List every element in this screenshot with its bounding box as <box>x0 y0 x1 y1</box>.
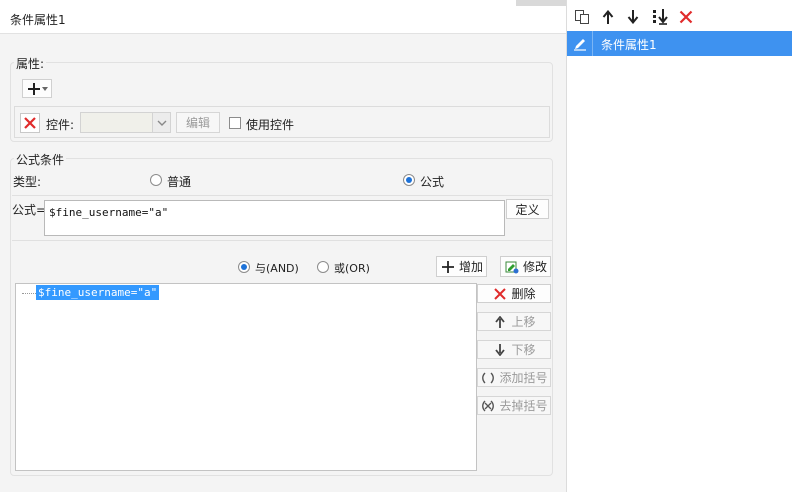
close-icon <box>679 10 693 24</box>
brackets-icon <box>480 370 496 386</box>
add-condition-button[interactable]: 增加 <box>436 256 487 277</box>
add-bracket-label: 添加括号 <box>499 371 548 385</box>
chevron-down-icon <box>41 86 48 91</box>
remove-bracket-label: 去掉括号 <box>499 399 548 413</box>
move-to-bottom-icon <box>652 9 670 25</box>
arrow-up-icon <box>602 10 614 24</box>
title-bar: 条件属性1 <box>0 0 566 34</box>
page-title: 条件属性1 <box>10 13 66 27</box>
plus-icon <box>27 82 41 96</box>
type-normal-radio[interactable] <box>150 174 162 186</box>
arrow-down-icon <box>492 342 508 358</box>
tree-connector <box>22 293 36 294</box>
add-bracket-button[interactable]: 添加括号 <box>477 368 551 387</box>
close-icon <box>23 116 37 130</box>
chevron-down-icon[interactable] <box>152 113 170 132</box>
modify-condition-button[interactable]: 修改 <box>500 256 551 277</box>
edit-button[interactable]: 编辑 <box>176 112 220 133</box>
move-up-label: 上移 <box>511 315 536 329</box>
modify-icon <box>504 259 520 275</box>
divider <box>12 240 552 241</box>
move-up-item-button[interactable] <box>599 8 617 26</box>
condition-item[interactable]: $fine_username="a" <box>36 285 160 300</box>
move-down-label: 下移 <box>511 343 536 357</box>
delete-label: 删除 <box>511 287 536 301</box>
add-attribute-button[interactable] <box>22 79 52 98</box>
attributes-group-label: 属性: <box>14 55 47 72</box>
edit-pencil-icon <box>567 31 593 56</box>
remove-bracket-button[interactable]: 去掉括号 <box>477 396 551 415</box>
or-label: 或(OR) <box>334 262 370 275</box>
remove-brackets-icon <box>480 398 496 414</box>
type-label: 类型: <box>13 175 42 189</box>
close-icon <box>492 286 508 302</box>
formula-label: 公式= <box>12 203 47 217</box>
condition-list[interactable]: $fine_username="a" <box>15 283 477 471</box>
formula-input[interactable]: $fine_username="a" <box>44 200 505 236</box>
type-formula-label: 公式 <box>420 175 445 189</box>
copy-button[interactable] <box>573 8 591 26</box>
delete-button[interactable]: 删除 <box>477 284 551 303</box>
control-select[interactable] <box>80 112 171 133</box>
arrow-up-icon <box>492 314 508 330</box>
modify-condition-label: 修改 <box>522 260 547 274</box>
define-button[interactable]: 定义 <box>506 199 549 219</box>
delete-item-button[interactable] <box>677 8 695 26</box>
condition-list-item[interactable]: 条件属性1 <box>567 31 792 56</box>
condition-list-panel: 条件属性1 <box>566 0 802 492</box>
arrow-down-icon <box>627 10 639 24</box>
and-radio[interactable] <box>238 261 250 273</box>
move-bottom-button[interactable] <box>651 8 671 26</box>
divider <box>12 195 552 196</box>
type-normal-label: 普通 <box>167 175 192 189</box>
formula-condition-group-label: 公式条件 <box>14 151 67 168</box>
control-label: 控件: <box>46 118 75 132</box>
move-down-item-button[interactable] <box>624 8 642 26</box>
add-condition-label: 增加 <box>458 260 483 274</box>
move-up-button[interactable]: 上移 <box>477 312 551 331</box>
type-formula-radio[interactable] <box>403 174 415 186</box>
and-label: 与(AND) <box>255 262 299 275</box>
plus-icon <box>440 259 456 275</box>
remove-control-button[interactable] <box>20 113 40 133</box>
use-control-checkbox[interactable] <box>229 117 241 129</box>
copy-icon <box>574 9 590 25</box>
condition-editor-panel: 条件属性1 属性: 控件: 编辑 使用控件 公式条件 类型: 普通 公式 公式=… <box>0 0 566 492</box>
use-control-label: 使用控件 <box>246 118 295 132</box>
condition-list-item-label: 条件属性1 <box>601 38 657 52</box>
or-radio[interactable] <box>317 261 329 273</box>
tab-strip-edge <box>516 0 566 6</box>
move-down-button[interactable]: 下移 <box>477 340 551 359</box>
